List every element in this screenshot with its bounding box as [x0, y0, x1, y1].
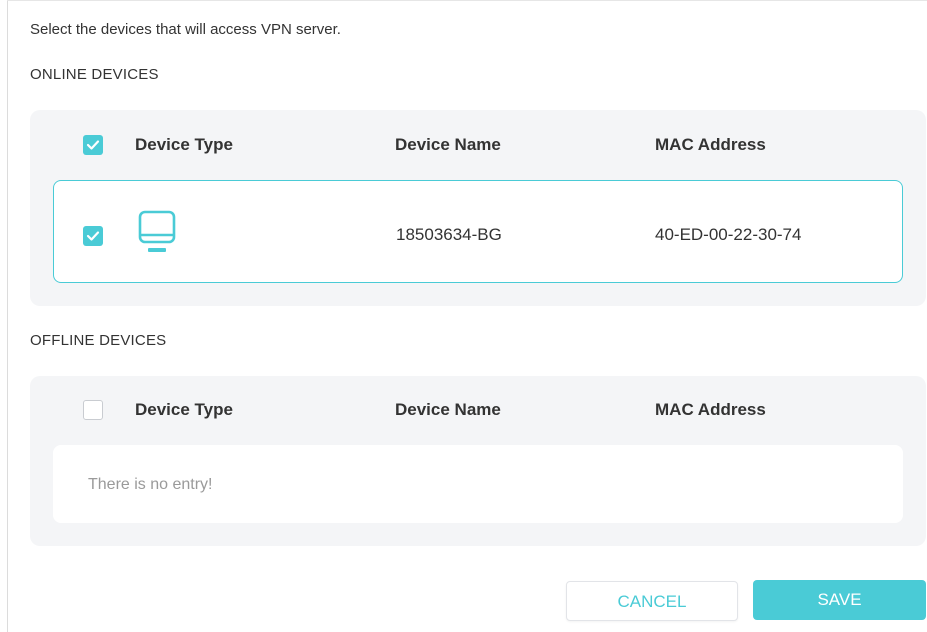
online-col-mac-address: MAC Address	[655, 135, 766, 154]
computer-monitor-icon	[138, 210, 176, 252]
online-table-header: Device Type Device Name MAC Address	[30, 125, 926, 165]
online-devices-panel: Device Type Device Name MAC Address 1850…	[30, 110, 926, 306]
online-col-device-name: Device Name	[395, 135, 501, 154]
offline-table-header: Device Type Device Name MAC Address	[30, 390, 926, 430]
offline-devices-panel: Device Type Device Name MAC Address Ther…	[30, 376, 926, 546]
online-col-device-type: Device Type	[135, 135, 233, 154]
offline-col-device-type: Device Type	[135, 400, 233, 419]
window-left-border	[7, 0, 8, 632]
offline-col-mac-address: MAC Address	[655, 400, 766, 419]
mac-address-cell: 40-ED-00-22-30-74	[655, 225, 802, 244]
cancel-button[interactable]: CANCEL	[566, 581, 738, 621]
offline-select-all-checkbox[interactable]	[83, 400, 103, 420]
save-button[interactable]: SAVE	[753, 580, 926, 620]
check-icon	[86, 140, 100, 150]
check-icon	[86, 231, 100, 241]
offline-empty-row: There is no entry!	[53, 445, 903, 523]
no-entry-text: There is no entry!	[88, 476, 213, 493]
device-name-cell: 18503634-BG	[396, 225, 502, 244]
intro-text: Select the devices that will access VPN …	[30, 21, 341, 38]
online-device-row-checkbox[interactable]	[83, 226, 103, 246]
online-device-row[interactable]: 18503634-BG 40-ED-00-22-30-74	[53, 180, 903, 283]
offline-col-device-name: Device Name	[395, 400, 501, 419]
online-devices-title: ONLINE DEVICES	[30, 66, 159, 83]
window-top-border	[7, 0, 927, 1]
online-select-all-checkbox[interactable]	[83, 135, 103, 155]
offline-devices-title: OFFLINE DEVICES	[30, 332, 167, 349]
